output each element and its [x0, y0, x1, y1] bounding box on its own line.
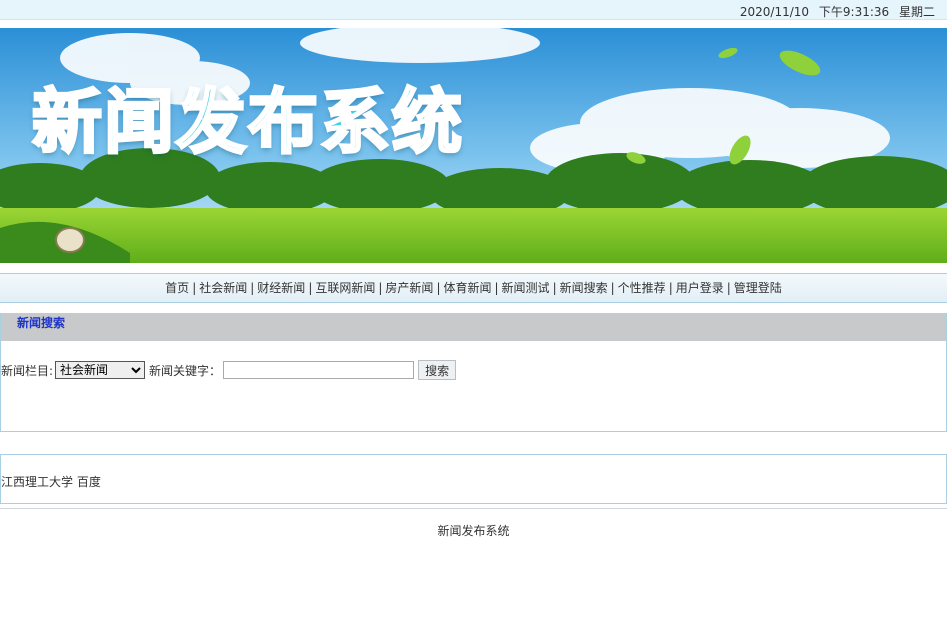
nav-item-finance-news[interactable]: 财经新闻 — [257, 281, 305, 295]
nav-item-society-news[interactable]: 社会新闻 — [199, 281, 247, 295]
nav-item-home[interactable]: 首页 — [165, 281, 189, 295]
date-time-display: 2020/11/10 下午9:31:36 星期二 — [734, 3, 935, 20]
nav-separator: | — [436, 281, 441, 295]
keyword-input[interactable] — [223, 361, 415, 379]
nav-item-sports-news[interactable]: 体育新闻 — [443, 281, 491, 295]
nav-separator: | — [668, 281, 673, 295]
nav-separator: | — [726, 281, 731, 295]
nav-separator: | — [610, 281, 615, 295]
nav-separator: | — [192, 281, 197, 295]
nav-item-user-login[interactable]: 用户登录 — [676, 281, 724, 295]
date-text: 2020/11/10 — [739, 5, 810, 19]
nav-separator: | — [552, 281, 557, 295]
keyword-label: 新闻关键字： — [149, 363, 222, 378]
nav-item-property-news[interactable]: 房产新闻 — [385, 281, 433, 295]
nav-item-news-search[interactable]: 新闻搜索 — [560, 281, 608, 295]
search-button[interactable]: 搜索 — [418, 360, 457, 380]
main-nav: 首页 | 社会新闻 | 财经新闻 | 互联网新闻 | 房产新闻 | 体育新闻 | 新闻测试 | 新闻搜索 | 个… — [0, 273, 947, 303]
nav-item-recommend[interactable]: 个性推荐 — [618, 281, 666, 295]
search-panel-title: 新闻搜索 — [1, 313, 946, 341]
nav-item-news-test[interactable]: 新闻测试 — [502, 281, 550, 295]
banner-title: 新闻发布系统 — [31, 80, 464, 165]
nav-separator: | — [494, 281, 499, 295]
nav-item-internet-news[interactable]: 互联网新闻 — [315, 281, 375, 295]
nav-item-admin-login[interactable]: 管理登陆 — [734, 281, 782, 295]
link-baidu[interactable]: 百度 — [77, 475, 101, 489]
search-panel: 新闻搜索 新闻栏目: 社会新闻 新闻关键字： 搜索 — [0, 313, 947, 432]
search-form: 新闻栏目: 社会新闻 新闻关键字： 搜索 — [1, 359, 457, 381]
friend-links: 江西理工大学 百度 — [1, 473, 101, 490]
nav-separator: | — [378, 281, 383, 295]
category-select[interactable]: 社会新闻 — [55, 361, 146, 379]
nav-separator: | — [250, 281, 255, 295]
nav-separator: | — [308, 281, 313, 295]
weekday-text: 星期二 — [898, 5, 935, 19]
footer-text: 新闻发布系统 — [437, 524, 510, 538]
link-jxust[interactable]: 江西理工大学 — [1, 475, 73, 489]
category-label: 新闻栏目: — [1, 363, 54, 378]
friend-links-panel: 江西理工大学 百度 — [0, 454, 947, 504]
header-banner: 新闻发布系统 — [0, 28, 947, 263]
top-info-bar: 2020/11/10 下午9:31:36 星期二 — [0, 0, 947, 20]
footer-divider — [0, 508, 947, 509]
time-text: 下午9:31:36 — [818, 5, 890, 19]
